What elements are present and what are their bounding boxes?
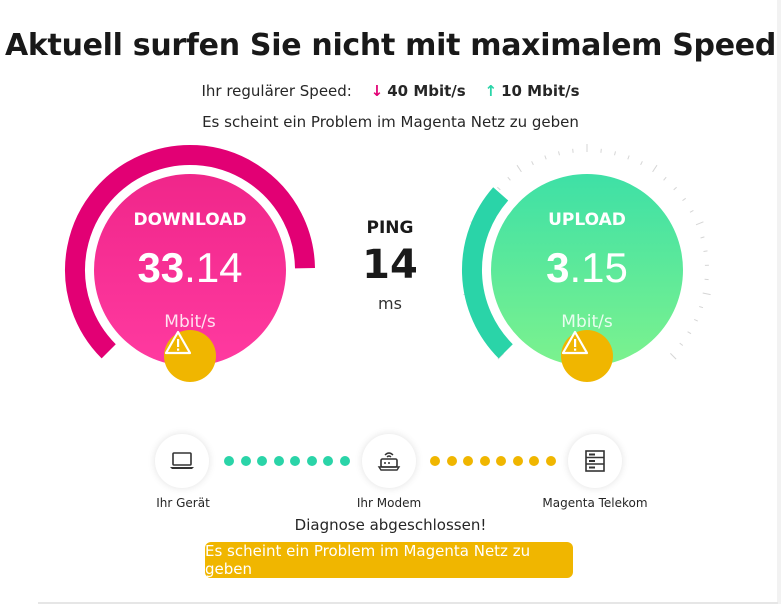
connection-dot: [479, 456, 490, 466]
scale-tick: [700, 236, 705, 239]
connection-dot: [306, 456, 317, 466]
upload-label: UPLOAD: [548, 210, 626, 230]
scale-tick: [679, 342, 684, 346]
ping-display: PING 14 ms: [340, 218, 440, 313]
upload-gauge: UPLOAD 3.15 Mbit/s: [457, 140, 717, 400]
connection-dot: [323, 456, 333, 466]
scale-tick: [652, 164, 658, 173]
download-arrow-icon: ↓: [370, 82, 384, 100]
download-gauge: DOWNLOAD 33.14 Mbit/s: [60, 140, 320, 400]
regular-upload-value: 10 Mbit/s: [501, 82, 580, 100]
scale-tick: [531, 161, 534, 166]
scale-tick: [663, 176, 667, 181]
ping-value: 14: [362, 242, 418, 288]
provider-node[interactable]: [568, 434, 622, 488]
connection-dot: [529, 456, 539, 466]
problem-notice: Es scheint ein Problem im Magenta Netz z…: [202, 113, 579, 131]
upload-warning-badge[interactable]: [561, 330, 613, 382]
upload-unit: Mbit/s: [561, 312, 613, 332]
download-unit: Mbit/s: [164, 312, 216, 332]
download-label: DOWNLOAD: [133, 210, 247, 230]
download-value: 33.14: [137, 244, 243, 291]
scale-tick: [614, 151, 616, 156]
regular-speed-info: Ihr regulärer Speed: ↓ 40 Mbit/s ↑ 10 Mbit…: [0, 82, 781, 100]
scale-tick: [516, 164, 522, 173]
regular-download-value: 40 Mbit/s: [387, 82, 466, 100]
scale-tick: [497, 186, 501, 191]
scale-tick: [627, 155, 630, 160]
ping-label: PING: [366, 218, 414, 238]
scale-tick: [699, 306, 704, 309]
scale-tick: [682, 197, 686, 202]
router-icon: [377, 452, 401, 471]
connection-dot: [430, 456, 440, 466]
connection-dot: [512, 456, 523, 466]
connection-dot: [446, 456, 457, 466]
server-icon: [585, 450, 605, 472]
provider-label: Magenta Telekom: [542, 496, 648, 510]
connection-dot: [290, 456, 300, 466]
device-label: Ihr Gerät: [156, 496, 210, 510]
connection-dot: [273, 456, 284, 466]
diagnosis-status: Diagnose abgeschlossen!: [294, 516, 487, 534]
connection-dot: [463, 456, 473, 466]
warning-icon: [561, 330, 589, 355]
scale-tick: [640, 161, 643, 166]
device-node[interactable]: [155, 434, 209, 488]
scale-tick: [702, 292, 711, 296]
connection-dot: [496, 456, 506, 466]
modem-node[interactable]: [362, 434, 416, 488]
scale-tick: [687, 331, 692, 335]
page-title: Aktuell surfen Sie nicht mit maximalem S…: [4, 28, 777, 63]
upload-arrow-icon: ↑: [484, 82, 498, 100]
scale-tick: [673, 186, 677, 191]
ping-unit: ms: [378, 294, 402, 313]
connection-dot: [224, 456, 234, 466]
connection-dot: [257, 456, 267, 466]
warning-icon: [164, 330, 192, 355]
scale-tick: [507, 176, 511, 181]
connection-dot: [240, 456, 251, 466]
connection-dot: [545, 456, 556, 466]
scale-tick: [558, 151, 560, 156]
scale-tick: [544, 155, 547, 160]
download-warning-badge[interactable]: [164, 330, 216, 382]
upload-value: 3.15: [546, 244, 628, 291]
scale-tick: [670, 353, 677, 360]
problem-button[interactable]: Es scheint ein Problem im Magenta Netz z…: [205, 542, 573, 578]
connection-dot: [339, 456, 350, 466]
modem-label: Ihr Modem: [356, 496, 422, 510]
laptop-icon: [170, 452, 194, 469]
regular-speed-label: Ihr regulärer Speed:: [201, 82, 352, 100]
